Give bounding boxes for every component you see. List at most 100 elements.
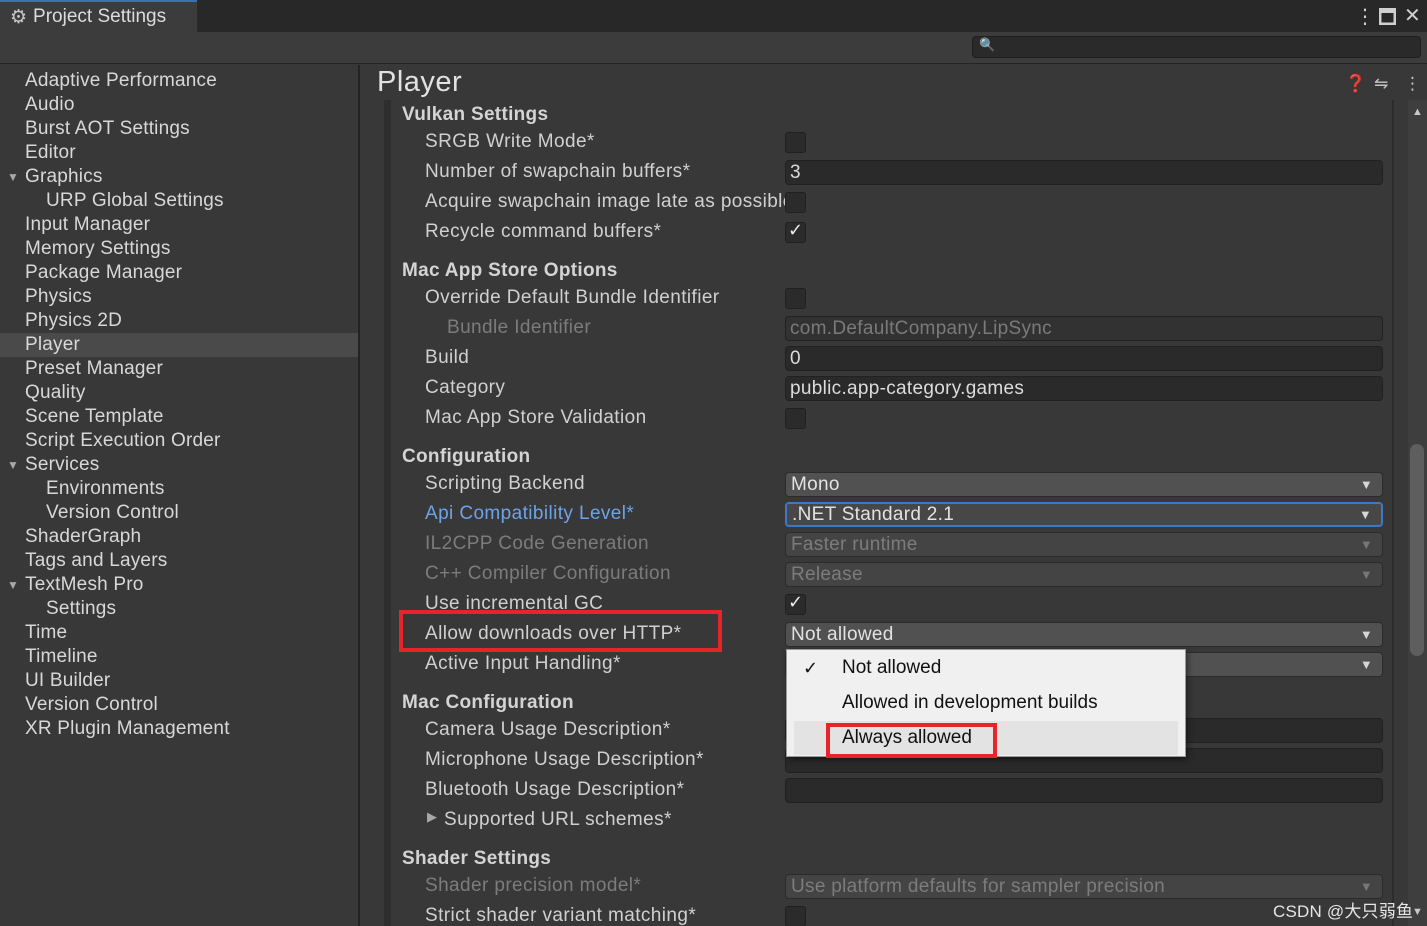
il2cpp-codegen-value: Faster runtime — [791, 534, 918, 555]
app-store-validation-checkbox[interactable] — [785, 408, 806, 429]
strict-variant-checkbox[interactable] — [785, 906, 806, 926]
bluetooth-usage-field[interactable] — [785, 778, 1383, 803]
close-icon[interactable]: ✕ — [1404, 3, 1421, 28]
scripting-backend-value: Mono — [791, 474, 840, 495]
section-vulkan-settings: Vulkan Settings — [402, 104, 549, 125]
sidebar-item-player[interactable]: Player — [25, 333, 80, 357]
api-compat-dropdown[interactable]: .NET Standard 2.1 ▼ — [785, 502, 1383, 527]
dropdown-arrow-icon: ▼ — [1359, 879, 1373, 894]
section-mac-configuration: Mac Configuration — [402, 692, 574, 713]
sidebar-item-script-execution-order[interactable]: Script Execution Order — [25, 429, 221, 453]
sidebar-item-services-version-control[interactable]: Version Control — [46, 501, 179, 525]
url-schemes-label[interactable]: Supported URL schemes* — [444, 809, 672, 831]
allow-http-value: Not allowed — [791, 624, 894, 645]
recycle-buffers-label: Recycle command buffers* — [425, 221, 662, 242]
tab-title: Project Settings — [33, 6, 167, 27]
highlight-box-http-label — [399, 610, 722, 652]
sidebar-item-timeline[interactable]: Timeline — [25, 645, 98, 669]
build-field[interactable]: 0 — [785, 346, 1383, 371]
dropdown-arrow-icon: ▼ — [1359, 567, 1373, 582]
dropdown-arrow-icon: ▼ — [1359, 477, 1373, 492]
sidebar-item-shadergraph[interactable]: ShaderGraph — [25, 525, 141, 549]
recycle-buffers-checkbox[interactable]: ✓ — [785, 220, 806, 243]
sidebar-item-services[interactable]: Services — [25, 453, 99, 477]
sidebar-item-time[interactable]: Time — [25, 621, 67, 645]
sidebar-item-package-manager[interactable]: Package Manager — [25, 261, 182, 285]
override-bundle-checkbox[interactable] — [785, 288, 806, 309]
srgb-write-mode-checkbox[interactable] — [785, 132, 806, 153]
sidebar-item-audio[interactable]: Audio — [25, 93, 75, 117]
sidebar-item-graphics[interactable]: Graphics — [25, 165, 103, 189]
popup-option-dev-builds[interactable]: Allowed in development builds — [787, 686, 1185, 720]
section-configuration: Configuration — [402, 446, 531, 467]
shader-precision-value: Use platform defaults for sampler precis… — [791, 876, 1166, 897]
foldout-arrow-icon[interactable]: ▶ — [427, 809, 437, 825]
acquire-swapchain-label: Acquire swapchain image late as possible… — [425, 191, 785, 212]
inspector-edge — [1392, 100, 1394, 926]
expand-arrow-icon[interactable]: ▼ — [7, 458, 19, 472]
bundle-identifier-field: com.DefaultCompany.LipSync — [785, 316, 1383, 341]
scripting-backend-dropdown[interactable]: Mono ▼ — [785, 472, 1383, 497]
sidebar-item-ui-builder[interactable]: UI Builder — [25, 669, 110, 693]
search-icon: 🔍 — [979, 37, 996, 52]
camera-usage-label: Camera Usage Description* — [425, 719, 671, 740]
sidebar-item-burst-aot[interactable]: Burst AOT Settings — [25, 117, 190, 141]
srgb-write-mode-label: SRGB Write Mode* — [425, 131, 595, 152]
checkmark-icon: ✓ — [788, 220, 804, 240]
sidebar-item-urp-global[interactable]: URP Global Settings — [46, 189, 224, 213]
expand-arrow-icon[interactable]: ▼ — [7, 170, 19, 184]
dropdown-arrow-icon: ▼ — [1359, 537, 1373, 552]
sidebar-item-quality[interactable]: Quality — [25, 381, 86, 405]
category-field[interactable]: public.app-category.games — [785, 376, 1383, 401]
project-settings-tab[interactable]: ⚙ Project Settings — [0, 0, 197, 32]
il2cpp-codegen-label: IL2CPP Code Generation — [425, 533, 649, 554]
cpp-compiler-value: Release — [791, 564, 863, 585]
sidebar-item-environments[interactable]: Environments — [46, 477, 165, 501]
checkmark-icon: ✓ — [788, 592, 804, 612]
highlight-box-always-allowed — [826, 723, 997, 758]
swapchain-buffers-label: Number of swapchain buffers* — [425, 161, 691, 182]
active-input-label: Active Input Handling* — [425, 653, 621, 674]
popup-option-not-allowed[interactable]: ✓ Not allowed — [787, 651, 1185, 685]
cpp-compiler-dropdown: Release ▼ — [785, 562, 1383, 587]
expand-arrow-icon[interactable]: ▼ — [7, 578, 19, 592]
preset-icon[interactable]: ⇋ — [1374, 74, 1388, 94]
sidebar-item-physics[interactable]: Physics — [25, 285, 92, 309]
build-label: Build — [425, 347, 470, 368]
sidebar-item-editor[interactable]: Editor — [25, 141, 76, 165]
more-options-icon[interactable]: ⋮ — [1355, 4, 1375, 29]
swapchain-buffers-field[interactable]: 3 — [785, 160, 1383, 185]
api-compat-label: Api Compatibility Level* — [425, 503, 635, 524]
more-icon[interactable]: ⋮ — [1404, 74, 1421, 94]
dropdown-arrow-icon: ▼ — [1359, 627, 1373, 642]
sidebar-item-tmp-settings[interactable]: Settings — [46, 597, 116, 621]
sidebar-item-textmesh-pro[interactable]: TextMesh Pro — [25, 573, 144, 597]
sidebar-item-memory-settings[interactable]: Memory Settings — [25, 237, 171, 261]
sidebar-item-physics-2d[interactable]: Physics 2D — [25, 309, 122, 333]
scroll-down-icon[interactable]: ▼ — [1412, 906, 1423, 918]
sidebar-item-scene-template[interactable]: Scene Template — [25, 405, 164, 429]
shader-precision-dropdown: Use platform defaults for sampler precis… — [785, 874, 1383, 899]
sidebar-item-adaptive-performance[interactable]: Adaptive Performance — [25, 69, 217, 93]
cpp-compiler-label: C++ Compiler Configuration — [425, 563, 671, 584]
microphone-usage-label: Microphone Usage Description* — [425, 749, 704, 770]
strict-variant-label: Strict shader variant matching* — [425, 905, 697, 926]
incremental-gc-checkbox[interactable]: ✓ — [785, 592, 806, 615]
sidebar-item-xr-plugin[interactable]: XR Plugin Management — [25, 717, 230, 741]
sidebar-item-version-control[interactable]: Version Control — [25, 693, 158, 717]
help-icon[interactable]: ❓ — [1345, 74, 1366, 94]
sidebar-item-tags-layers[interactable]: Tags and Layers — [25, 549, 167, 573]
search-input[interactable]: 🔍 — [972, 36, 1421, 58]
scroll-up-icon[interactable]: ▲ — [1412, 106, 1423, 118]
il2cpp-codegen-dropdown: Faster runtime ▼ — [785, 532, 1383, 557]
sidebar-item-preset-manager[interactable]: Preset Manager — [25, 357, 163, 381]
allow-http-dropdown[interactable]: Not allowed ▼ — [785, 622, 1383, 647]
section-mac-app-store: Mac App Store Options — [402, 260, 618, 281]
scrollbar-thumb[interactable] — [1410, 444, 1424, 656]
acquire-swapchain-checkbox[interactable] — [785, 192, 806, 213]
bundle-identifier-label: Bundle Identifier — [447, 317, 592, 338]
section-shader-settings: Shader Settings — [402, 848, 552, 869]
title-bar — [0, 0, 1427, 32]
override-bundle-label: Override Default Bundle Identifier — [425, 287, 720, 308]
sidebar-item-input-manager[interactable]: Input Manager — [25, 213, 150, 237]
